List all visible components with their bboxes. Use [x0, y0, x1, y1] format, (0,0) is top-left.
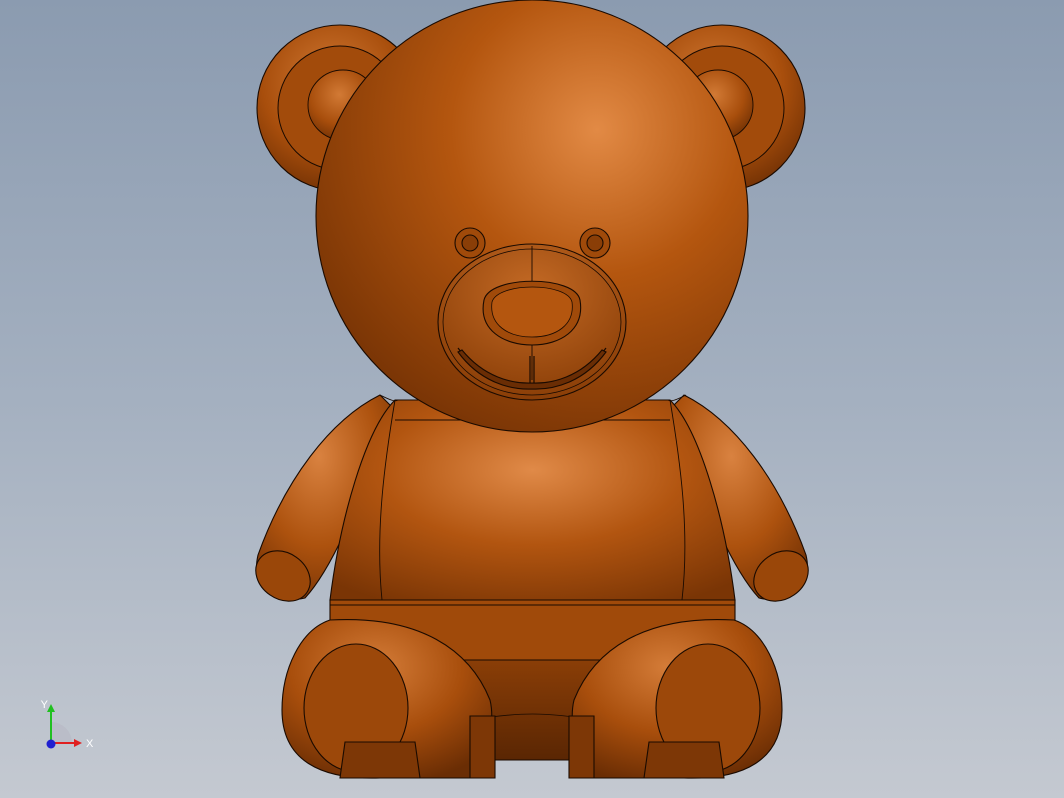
graphics-viewport[interactable]: Y X	[0, 0, 1064, 798]
x-axis-label: X	[86, 738, 94, 750]
y-axis-label: Y	[41, 700, 49, 711]
left-eye	[454, 227, 486, 259]
orientation-triad: Y X	[41, 700, 94, 750]
nose	[482, 280, 582, 346]
right-eye	[579, 227, 611, 259]
z-axis	[46, 739, 56, 749]
teddy-bear-model[interactable]	[0, 0, 1064, 798]
